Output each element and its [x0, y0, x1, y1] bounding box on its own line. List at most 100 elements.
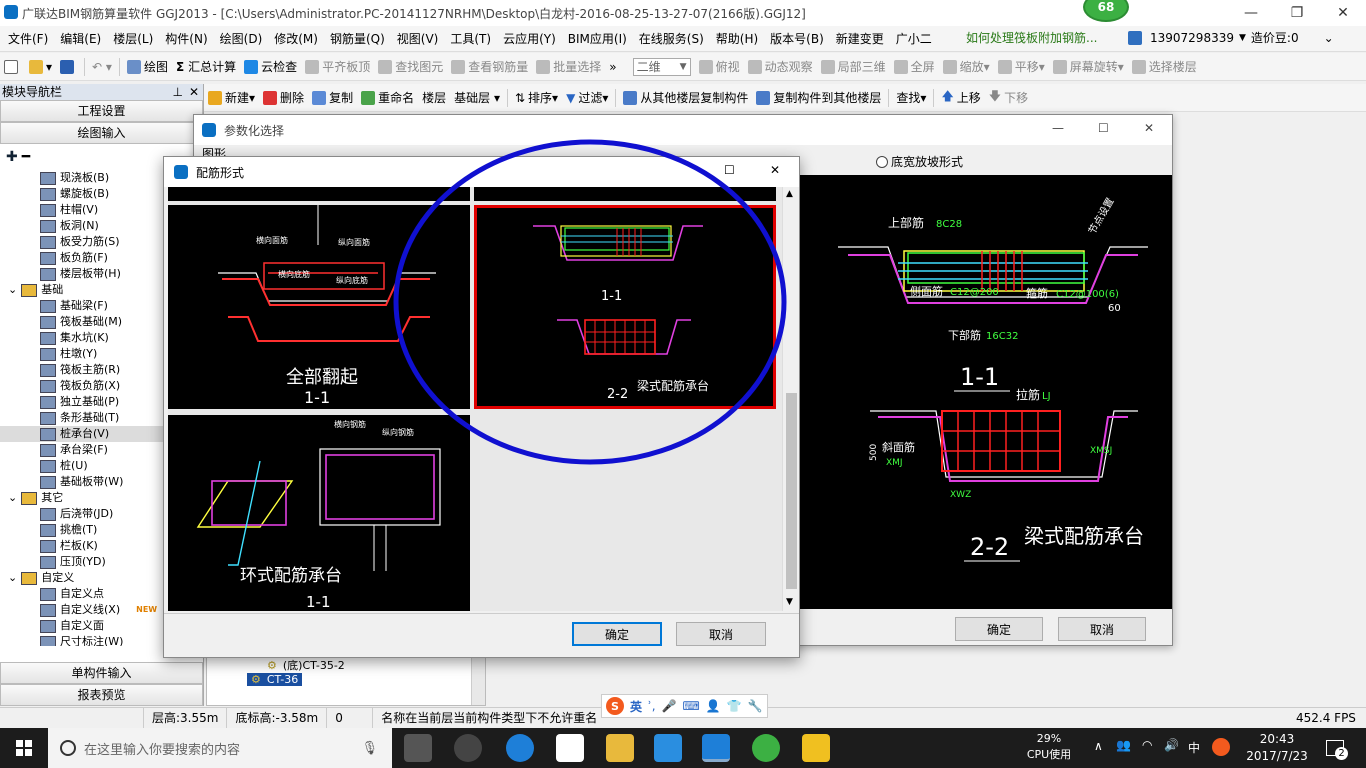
rebar-form-ok-button[interactable]: 确定 [572, 622, 662, 646]
expand-all-icon[interactable]: ✚ [6, 149, 18, 165]
expand-toggle-icon[interactable]: ⌄ [8, 490, 17, 506]
notes-icon[interactable] [802, 734, 830, 762]
menu-item[interactable]: 广小二 [890, 27, 938, 51]
glodon-app-icon[interactable] [702, 734, 730, 762]
open-button[interactable]: ▾ [25, 54, 56, 80]
browser-icon[interactable] [454, 734, 482, 762]
close-button[interactable]: ✕ [1320, 0, 1366, 26]
notification-badge[interactable]: 68 [1083, 0, 1129, 22]
more-icon[interactable]: » [605, 54, 620, 80]
menu-item[interactable]: 工具(T) [444, 27, 497, 51]
maximize-button[interactable]: ☐ [1098, 121, 1109, 135]
view-mode-select[interactable]: 二维 ▼ [629, 54, 695, 80]
wifi-icon[interactable]: ◠ [1142, 738, 1152, 752]
cloud-check-button[interactable]: 云检查 [240, 54, 301, 80]
scroll-down-icon[interactable]: ▼ [786, 597, 793, 607]
notification-center[interactable]: 2 [1320, 736, 1350, 760]
menu-item[interactable]: 在线服务(S) [633, 27, 710, 51]
maximize-button[interactable]: ☐ [724, 163, 735, 177]
filter-button[interactable]: ▼ 过滤 ▾ [562, 85, 612, 111]
menu-item[interactable]: 帮助(H) [710, 27, 764, 51]
local-3d-button[interactable]: 局部三维 [817, 54, 890, 80]
explorer-icon[interactable] [606, 734, 634, 762]
list-item[interactable]: ⚙ (底)CT-35-2 [267, 657, 345, 673]
select-floor-button[interactable]: 选择楼层 [1128, 54, 1201, 80]
menu-item[interactable]: 钢筋量(Q) [324, 27, 391, 51]
mic-icon[interactable]: 🎤 [662, 699, 677, 713]
sogou-tray-icon[interactable] [1212, 738, 1230, 756]
language-indicator[interactable]: 中 [1188, 739, 1200, 756]
draw-button[interactable]: 绘图 [123, 54, 172, 80]
close-button[interactable]: ✕ [1144, 121, 1154, 135]
rebar-card-full-bend[interactable]: 横向面筋 纵向面筋 横向底筋 纵向底筋 全部翻起 1-1 [168, 205, 470, 409]
expand-toggle-icon[interactable]: ⌄ [8, 282, 17, 298]
glodon-g-icon[interactable] [654, 734, 682, 762]
help-link[interactable]: 如何处理筏板附加钢筋... [966, 26, 1097, 50]
wrench-icon[interactable]: 🔧 [748, 699, 763, 713]
account-menu[interactable]: 13907298339 [1145, 26, 1239, 50]
floor-select[interactable]: 基础层 ▾ [450, 85, 504, 111]
scroll-up-icon[interactable]: ▲ [786, 189, 793, 199]
align-board-button[interactable]: 平齐板顶 [301, 54, 374, 80]
zoom-button[interactable]: 缩放 ▾ [939, 54, 994, 80]
fullscreen-button[interactable]: 全屏 [890, 54, 939, 80]
shirt-icon[interactable]: 👕 [727, 699, 742, 713]
cpu-indicator[interactable]: 29% CPU使用 [1024, 731, 1074, 763]
top-view-button[interactable]: 俯视 [695, 54, 744, 80]
single-component-input-button[interactable]: 单构件输入 [0, 662, 203, 684]
volume-icon[interactable]: 🔊 [1164, 738, 1179, 752]
close-button[interactable]: ✕ [770, 163, 780, 177]
batch-select-button[interactable]: 批量选择 [532, 54, 605, 80]
minimize-button[interactable]: — [1052, 121, 1064, 135]
card-scrollbar[interactable]: ▲ ▼ [782, 187, 799, 611]
draw-input-button[interactable]: 绘图输入 [0, 122, 203, 144]
find-element-button[interactable]: 查找图元 [374, 54, 447, 80]
360-icon[interactable] [752, 734, 780, 762]
report-preview-button[interactable]: 报表预览 [0, 684, 203, 706]
sogou-icon[interactable]: S [606, 697, 624, 715]
copy-to-floor-button[interactable]: 复制构件到其他楼层 [752, 85, 885, 111]
menu-item[interactable]: BIM应用(I) [562, 27, 633, 51]
menu-item[interactable]: 新建变更 [830, 27, 890, 51]
move-up-button[interactable]: 🡅 上移 [937, 85, 984, 111]
rename-button[interactable]: 重命名 [357, 85, 418, 111]
menu-item[interactable]: 绘图(D) [214, 27, 269, 51]
pin-icon[interactable]: ⊥ [173, 84, 183, 100]
rotate-button[interactable]: 屏幕旋转 ▾ [1049, 54, 1128, 80]
menu-item[interactable]: 视图(V) [391, 27, 445, 51]
keyboard-icon[interactable]: ⌨ [682, 699, 699, 713]
delete-button[interactable]: 删除 [259, 85, 308, 111]
slope-radio[interactable]: 底宽放坡形式 [876, 153, 963, 170]
clock[interactable]: 20:43 2017/7/23 [1246, 731, 1308, 765]
user-icon[interactable]: 👤 [706, 699, 721, 713]
minimize-button[interactable]: — [1228, 0, 1274, 26]
coin-menu[interactable]: 造价豆:0 [1246, 26, 1304, 50]
pan-button[interactable]: 平移 ▾ [994, 54, 1049, 80]
find-button[interactable]: 查找 ▾ [892, 85, 930, 111]
menu-item[interactable]: 文件(F) [2, 27, 54, 51]
expand-toggle-icon[interactable]: ⌄ [8, 570, 17, 586]
close-icon[interactable]: ✕ [189, 84, 199, 100]
dynamic-view-button[interactable]: 动态观察 [744, 54, 817, 80]
start-button[interactable] [0, 728, 48, 768]
scroll-thumb[interactable] [786, 393, 797, 589]
store-icon[interactable] [556, 734, 584, 762]
taskbar-search[interactable]: 在这里输入你要搜索的内容 🎙 [48, 728, 392, 768]
view-rebar-button[interactable]: 查看钢筋量 [447, 54, 532, 80]
menu-item[interactable]: 构件(N) [159, 27, 213, 51]
list-item-selected[interactable]: ⚙ CT-36 [247, 673, 303, 686]
rebar-card-ring-type[interactable]: 横向钢筋 纵向钢筋 环式配筋承台 1-1 [168, 415, 470, 611]
tray-chevron-icon[interactable]: ∧ [1094, 739, 1103, 753]
menu-item[interactable]: 版本号(B) [764, 27, 830, 51]
rebar-form-cancel-button[interactable]: 取消 [676, 622, 766, 646]
param-cancel-button[interactable]: 取消 [1058, 617, 1146, 641]
sort-button[interactable]: ⇅ 排序 ▾ [511, 85, 562, 111]
edge-icon[interactable] [506, 734, 534, 762]
collapse-all-icon[interactable]: ━ [22, 149, 30, 165]
punct-icon[interactable]: ʾ, [648, 699, 656, 713]
copy-from-floor-button[interactable]: 从其他楼层复制构件 [619, 85, 752, 111]
sum-button[interactable]: Σ 汇总计算 [172, 54, 240, 80]
param-ok-button[interactable]: 确定 [955, 617, 1043, 641]
people-icon[interactable]: 👥 [1116, 738, 1131, 752]
menu-item[interactable]: 云应用(Y) [497, 27, 562, 51]
